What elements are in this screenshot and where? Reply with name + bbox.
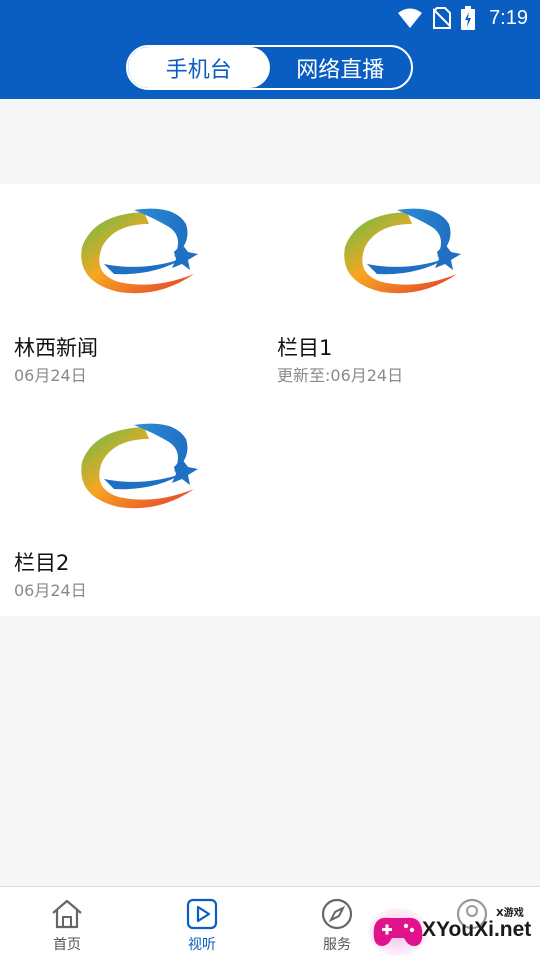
program-date: 06月24日 (14, 366, 87, 385)
program-card[interactable]: 栏目2 06月24日 (14, 399, 264, 600)
status-time: 7:19 (489, 6, 528, 29)
program-date: 06月24日 (14, 581, 87, 600)
play-icon (186, 898, 218, 930)
station-logo-icon (81, 208, 198, 294)
program-title: 栏目2 (14, 551, 70, 575)
program-grid: 林西新闻 06月24日 栏目1 更新至:06月24日 栏目2 06月24日 (0, 184, 540, 616)
banner-area (0, 99, 540, 184)
tab-live-stream[interactable]: 网络直播 (270, 47, 412, 88)
program-title: 林西新闻 (14, 336, 98, 360)
nav-services-label: 服务 (323, 937, 351, 953)
empty-content-area (0, 616, 540, 886)
compass-icon (321, 898, 353, 930)
program-date: 更新至:06月24日 (277, 366, 404, 385)
channel-switch: 手机台 网络直播 (126, 45, 413, 90)
nav-home-label: 首页 (53, 937, 81, 953)
station-logo-icon (81, 423, 198, 509)
program-card[interactable]: 林西新闻 06月24日 (14, 184, 264, 385)
program-card[interactable]: 栏目1 更新至:06月24日 (277, 184, 527, 385)
program-title: 栏目1 (277, 336, 333, 360)
station-logo-icon (344, 208, 461, 294)
no-sim-icon (433, 7, 452, 29)
nav-media-label: 视听 (188, 937, 216, 953)
header-bar: 7:19 手机台 网络直播 (0, 0, 540, 99)
watermark-text: XYouXi.net (422, 918, 532, 941)
nav-home[interactable]: 首页 (12, 887, 122, 960)
watermark: X游戏 XYouXi.net (368, 900, 540, 960)
battery-icon (461, 6, 476, 30)
nav-media[interactable]: 视听 (147, 887, 257, 960)
gamepad-logo-icon (368, 908, 428, 956)
watermark-small-text: X游戏 (496, 908, 524, 919)
status-bar: 7:19 (397, 6, 528, 30)
tab-mobile-station[interactable]: 手机台 (128, 47, 270, 88)
wifi-icon (398, 8, 423, 28)
home-icon (52, 899, 82, 929)
